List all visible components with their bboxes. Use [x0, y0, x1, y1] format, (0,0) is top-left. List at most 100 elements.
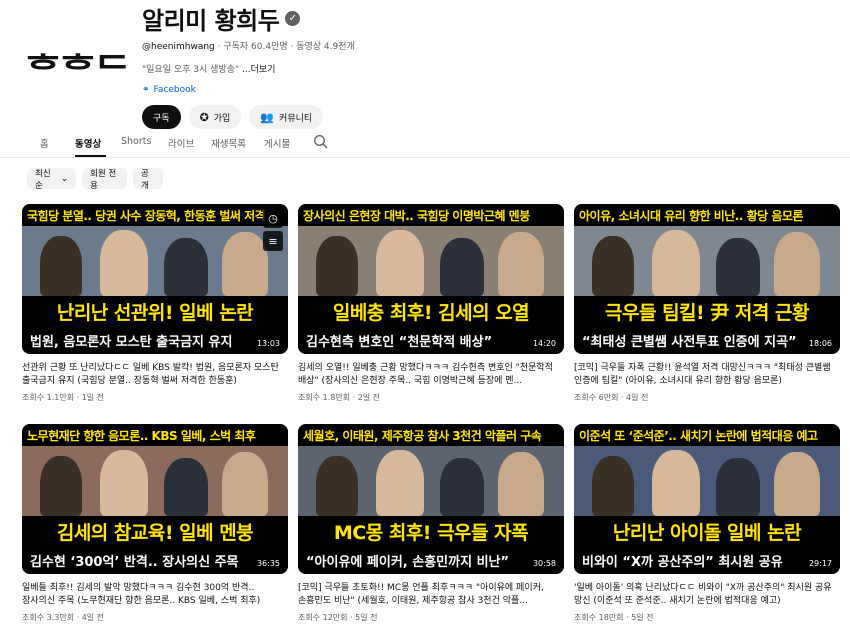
thumbnail-subcaption: “아이유에 페이커, 손흥민까지 비난” — [298, 546, 564, 574]
channel-description: "일요일 오후 3시 생방송" — [142, 65, 240, 75]
channel-info: 알리미 황희두 ✓ @heenimhwang · 구독자 60.4만명 · 동영… — [142, 0, 355, 129]
person-figure — [222, 232, 268, 296]
thumbnail-headline: 국힘당 분열.. 당권 사수 장동혁, 한동훈 벌써 저격 — [22, 204, 288, 226]
video-duration: 29:17 — [805, 558, 835, 569]
video-thumbnail[interactable]: 세월호, 이태원, 제주항공 참사 3천건 악플러 구속 MC몽 최후! 극우들… — [298, 424, 564, 574]
channel-meta: @heenimhwang · 구독자 60.4만명 · 동영상 4.9천개 — [142, 39, 355, 52]
add-to-queue-icon[interactable]: ≡ — [263, 231, 283, 251]
video-title[interactable]: '일베 아이돌' 의혹 난리났다ㄷㄷ 비와이 "X까 공산주의" 최시원 공유 … — [574, 582, 840, 608]
thumbnail-caption: 김세의 참교육! 일베 멘붕 — [22, 516, 288, 546]
video-duration: 14:20 — [529, 338, 559, 349]
video-duration: 13:03 — [253, 338, 283, 349]
person-figure — [774, 452, 820, 516]
tab-shorts[interactable]: Shorts — [121, 136, 151, 147]
tab-live[interactable]: 라이브 — [168, 136, 194, 150]
video-thumbnail[interactable]: 국힘당 분열.. 당권 사수 장동혁, 한동훈 벌써 저격 난리난 선관위! 일… — [22, 204, 288, 354]
person-figure — [376, 450, 424, 516]
channel-header: ᄒᄒᄃ 알리미 황희두 ✓ @heenimhwang · 구독자 60.4만명 … — [0, 0, 850, 130]
video-card[interactable]: 노무현재단 향한 음모론.. KBS 일베, 스벅 최후 김세의 참교육! 일베… — [22, 424, 288, 623]
channel-name-row: 알리미 황희두 ✓ — [142, 0, 355, 36]
thumbnail-headline: 아이유, 소녀시대 유리 향한 비난.. 황당 음모론 — [574, 204, 840, 226]
community-label: 커뮤니티 — [279, 113, 313, 124]
person-figure — [40, 236, 82, 296]
verified-check-icon: ✓ — [285, 10, 301, 26]
video-meta: 조회수 1.1만회 · 1일 전 — [22, 393, 105, 402]
video-card[interactable]: 아이유, 소녀시대 유리 향한 비난.. 황당 음모론 극우들 팀킬! 尹 저격… — [574, 204, 840, 403]
thumbnail-subcaption: 김수현측 변호인 “천문학적 배상” — [298, 326, 564, 354]
star-badge-icon: ✪ — [199, 110, 209, 124]
thumbnail-headline: 노무현재단 향한 음모론.. KBS 일베, 스벅 최후 — [22, 424, 288, 446]
thumbnail-caption: MC몽 최후! 극우들 자폭 — [298, 516, 564, 546]
video-thumbnail[interactable]: 노무현재단 향한 음모론.. KBS 일베, 스벅 최후 김세의 참교육! 일베… — [22, 424, 288, 574]
video-title[interactable]: 김세의 오열!! 일베충 근황 망했다ㅋㅋㅋ 김수현측 변호인 "천문학적 배상… — [298, 362, 564, 388]
community-button[interactable]: 👥 커뮤니티 — [249, 105, 324, 129]
person-figure — [440, 458, 484, 516]
subscribe-button[interactable]: 구독 — [142, 105, 181, 129]
avatar-logo: ᄒᄒᄃ — [24, 49, 131, 92]
person-figure — [774, 232, 820, 296]
video-thumbnail[interactable]: 이준석 또 ‘준석준’.. 새치기 논란에 법적대응 예고 난리난 아이돌 일베… — [574, 424, 840, 574]
person-figure — [716, 458, 760, 516]
filter-members-only[interactable]: 회원 전용 — [82, 168, 127, 191]
tab-videos[interactable]: 동영상 — [75, 136, 101, 150]
tab-home[interactable]: 홈 — [40, 136, 49, 150]
video-thumbnail[interactable]: 장사의신 은현장 대박.. 국힘당 이명박근혜 멘붕 일베충 최후! 김세의 오… — [298, 204, 564, 354]
thumbnail-caption: 난리난 선관위! 일베 논란 — [22, 296, 288, 326]
thumbnail-headline: 장사의신 은현장 대박.. 국힘당 이명박근혜 멘붕 — [298, 204, 564, 226]
sort-dropdown[interactable]: 최신순 ⌄ — [27, 168, 76, 191]
public-label: 공개 — [141, 168, 149, 191]
video-meta: 조회수 12만회 · 5일 전 — [298, 613, 378, 622]
thumbnail-photo — [22, 446, 288, 516]
thumbnail-photo — [22, 226, 288, 296]
join-button[interactable]: ✪ 가입 — [188, 105, 242, 129]
thumbnail-photo — [298, 446, 564, 516]
thumbnail-subcaption: 김수현 ‘300억’ 반격.. 장사의신 주목 — [22, 546, 288, 574]
person-figure — [592, 456, 634, 516]
channel-link[interactable]: ⚭ Facebook — [142, 85, 355, 95]
thumbnail-subcaption: 비와이 “X까 공산주의” 최시원 공유 — [574, 546, 840, 574]
person-figure — [222, 452, 268, 516]
tab-playlists[interactable]: 재생목록 — [211, 136, 246, 150]
watch-later-icon[interactable]: ◷ — [263, 208, 283, 228]
channel-name: 알리미 황희두 — [142, 6, 280, 35]
video-duration: 30:58 — [529, 558, 559, 569]
video-title[interactable]: 선관위 근황 또 난리났다ㄷㄷ 일베 KBS 발칵! 법원, 음모론자 모스탄 … — [22, 362, 288, 388]
video-card[interactable]: 세월호, 이태원, 제주항공 참사 3천건 악플러 구속 MC몽 최후! 극우들… — [298, 424, 564, 623]
thumbnail-caption: 난리난 아이돌 일베 논란 — [574, 516, 840, 546]
channel-tabs: 홈 동영상 Shorts 라이브 재생목록 게시물 — [0, 130, 850, 158]
video-meta: 조회수 1.8만회 · 2일 전 — [298, 393, 381, 402]
filter-public[interactable]: 공개 — [133, 168, 163, 191]
join-label: 가입 — [213, 113, 231, 124]
person-figure — [592, 236, 634, 296]
channel-actions: 구독 ✪ 가입 👥 커뮤니티 — [142, 105, 355, 129]
video-title[interactable]: [코믹] 극우들 자폭 근황!! 윤석열 저격 대망신ㅋㅋㅋ "최태성 큰별쌤 … — [574, 362, 840, 388]
video-card[interactable]: 국힘당 분열.. 당권 사수 장동혁, 한동훈 벌써 저격 난리난 선관위! 일… — [22, 204, 288, 403]
members-label: 회원 전용 — [90, 168, 117, 191]
person-figure — [164, 238, 208, 296]
video-card[interactable]: 장사의신 은현장 대박.. 국힘당 이명박근혜 멘붕 일베충 최후! 김세의 오… — [298, 204, 564, 403]
person-figure — [100, 230, 148, 296]
video-title[interactable]: 일베들 최후!! 김세의 발악 망했다ㅋㅋㅋ 김수현 300억 반격.. 장사의… — [22, 582, 288, 608]
thumbnail-photo — [574, 446, 840, 516]
thumbnail-headline: 세월호, 이태원, 제주항공 참사 3천건 악플러 구속 — [298, 424, 564, 446]
channel-avatar[interactable]: ᄒᄒᄃ — [22, 22, 132, 112]
sort-label: 최신순 — [35, 168, 51, 191]
person-figure — [716, 238, 760, 296]
tab-posts[interactable]: 게시물 — [264, 136, 290, 150]
video-meta: 조회수 6만회 · 4일 전 — [574, 393, 649, 402]
channel-description-row[interactable]: "일요일 오후 3시 생방송" ...더보기 — [142, 62, 355, 75]
video-meta: 조회수 18만회 · 5일 전 — [574, 613, 654, 622]
search-icon[interactable] — [313, 134, 329, 150]
more-link[interactable]: ...더보기 — [242, 65, 275, 75]
thumbnail-caption: 일베충 최후! 김세의 오열 — [298, 296, 564, 326]
facebook-link[interactable]: Facebook — [154, 85, 196, 95]
thumbnail-subcaption: “최태성 큰별쌤 사전투표 인증에 지곡” — [574, 326, 840, 354]
video-meta: 조회수 3.3만회 · 4일 전 — [22, 613, 105, 622]
video-thumbnail[interactable]: 아이유, 소녀시대 유리 향한 비난.. 황당 음모론 극우들 팀킬! 尹 저격… — [574, 204, 840, 354]
link-icon: ⚭ — [142, 85, 150, 95]
video-duration: 36:35 — [253, 558, 283, 569]
active-tab-indicator — [75, 155, 106, 157]
video-duration: 18:06 — [805, 338, 835, 349]
video-card[interactable]: 이준석 또 ‘준석준’.. 새치기 논란에 법적대응 예고 난리난 아이돌 일베… — [574, 424, 840, 623]
video-title[interactable]: [코믹] 극우들 초토화!! MC몽 언플 최후ㅋㅋㅋ "아이유에 페이커, 손… — [298, 582, 564, 608]
